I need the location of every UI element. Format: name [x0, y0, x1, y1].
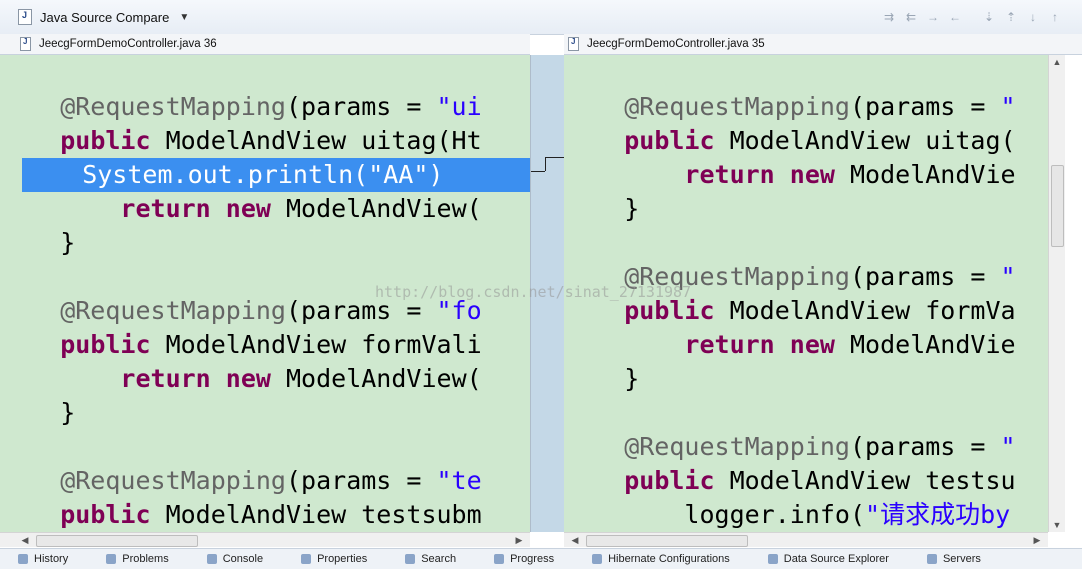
compare-viewer-dropdown[interactable]: Java Source Compare ▼: [18, 7, 189, 27]
tab-servers[interactable]: Servers: [926, 553, 981, 565]
data-source-icon: [767, 554, 778, 564]
scroll-left-icon[interactable]: ◀: [18, 533, 32, 547]
watermark: http://blog.csdn.net/sinat_27131987: [375, 283, 692, 301]
tab-console[interactable]: Console: [206, 553, 263, 565]
hibernate-icon: [592, 554, 603, 564]
code-line: @RequestMapping(params = ": [564, 92, 1016, 121]
code-line: return new ModelAndVie: [684, 160, 1016, 189]
prev-diff-icon[interactable]: ⇡: [1002, 8, 1020, 26]
code-line: }: [0, 398, 76, 427]
right-horizontal-scrollbar[interactable]: ◀ ▶: [564, 532, 1048, 547]
code-line: }: [564, 194, 640, 223]
properties-icon: [301, 554, 312, 564]
history-icon: [18, 554, 28, 564]
code-line: return new ModelAndView(: [120, 194, 482, 223]
search-icon: [405, 554, 416, 564]
chevron-down-icon[interactable]: ▼: [179, 12, 189, 23]
tab-data-source[interactable]: Data Source Explorer: [767, 553, 889, 565]
right-pane-header: JeecgFormDemoController.java 35: [564, 34, 1082, 55]
code-line: public ModelAndView uitag(Ht: [60, 126, 482, 155]
scroll-thumb[interactable]: [1051, 165, 1064, 247]
scroll-left-icon[interactable]: ◀: [568, 533, 582, 547]
java-file-icon: [18, 9, 32, 25]
scroll-right-icon[interactable]: ▶: [1030, 533, 1044, 547]
diff-connector: [531, 171, 545, 172]
code-line: @RequestMapping(params = "ui: [0, 92, 482, 121]
servers-icon: [926, 554, 937, 564]
prev-change-icon[interactable]: ↑: [1046, 8, 1064, 26]
code-line: logger.info("请求成功by: [564, 500, 1011, 529]
compare-toolbar: Java Source Compare ▼ ⇉ ⇇ → ← ⇣ ⇡ ↓ ↑: [0, 0, 1082, 35]
problems-icon: [106, 554, 117, 564]
code-line-selected: System.out.println("AA"): [22, 158, 530, 192]
code-line: return new ModelAndView(: [120, 364, 482, 393]
tab-problems[interactable]: Problems: [106, 553, 169, 565]
progress-icon: [494, 554, 505, 564]
left-pane-header: JeecgFormDemoController.java 36: [0, 34, 530, 55]
java-file-icon: [20, 37, 31, 51]
bottom-view-tabs: History Problems Console Properties Sear…: [0, 548, 1082, 569]
compare-title: Java Source Compare: [40, 9, 170, 25]
next-diff-icon[interactable]: ⇣: [980, 8, 998, 26]
code-line: }: [0, 228, 76, 257]
copy-all-right-icon[interactable]: ⇇: [902, 8, 920, 26]
code-line: public ModelAndView formVali: [60, 330, 482, 359]
left-filename: JeecgFormDemoController.java 36: [39, 38, 217, 50]
code-line: public ModelAndView testsubm: [60, 500, 482, 529]
next-change-icon[interactable]: ↓: [1024, 8, 1042, 26]
scroll-down-icon[interactable]: ▼: [1049, 518, 1065, 532]
code-line: public ModelAndView uitag(: [624, 126, 1016, 155]
java-file-icon: [568, 37, 579, 51]
tab-properties[interactable]: Properties: [301, 553, 367, 565]
code-line: @RequestMapping(params = ": [564, 432, 1016, 461]
copy-all-left-icon[interactable]: ⇉: [880, 8, 898, 26]
toolbar-actions: ⇉ ⇇ → ← ⇣ ⇡ ↓ ↑: [880, 8, 1064, 26]
tab-progress[interactable]: Progress: [494, 553, 554, 565]
code-line: }: [564, 364, 640, 393]
right-vertical-scrollbar[interactable]: ▲ ▼: [1048, 55, 1065, 532]
tab-hibernate[interactable]: Hibernate Configurations: [592, 553, 730, 565]
tab-search[interactable]: Search: [405, 553, 456, 565]
left-horizontal-scrollbar[interactable]: ◀ ▶: [0, 532, 530, 547]
code-line: public ModelAndView testsu: [624, 466, 1016, 495]
copy-left-icon[interactable]: →: [924, 8, 942, 26]
scroll-right-icon[interactable]: ▶: [512, 533, 526, 547]
right-filename: JeecgFormDemoController.java 35: [587, 38, 765, 50]
diff-connector: [545, 157, 546, 171]
code-line: return new ModelAndVie: [684, 330, 1016, 359]
scroll-thumb[interactable]: [586, 535, 748, 547]
code-line: @RequestMapping(params = "te: [0, 466, 482, 495]
copy-right-icon[interactable]: ←: [946, 8, 964, 26]
console-icon: [206, 554, 217, 564]
tab-history[interactable]: History: [18, 553, 68, 565]
scroll-thumb[interactable]: [36, 535, 198, 547]
scroll-up-icon[interactable]: ▲: [1049, 55, 1065, 69]
